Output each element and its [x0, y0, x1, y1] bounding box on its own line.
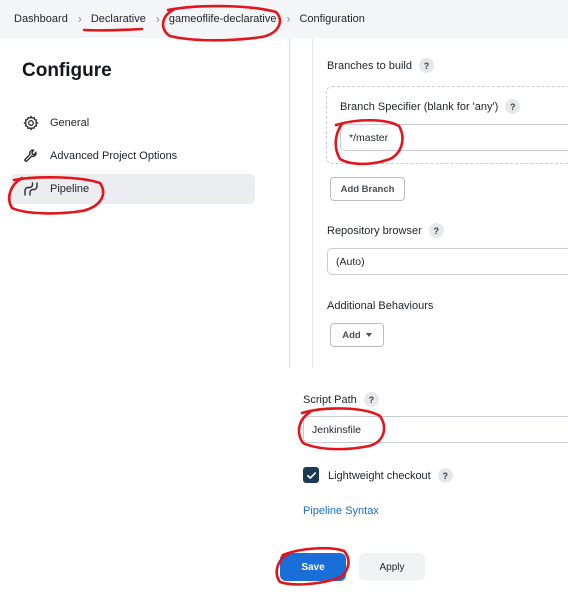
check-icon	[306, 471, 316, 479]
help-icon[interactable]: ?	[505, 99, 521, 114]
repository-browser-text: Repository browser	[327, 224, 422, 237]
apply-button[interactable]: Apply	[359, 553, 425, 581]
help-icon[interactable]: ?	[428, 223, 444, 238]
script-path-text: Script Path	[303, 393, 357, 406]
additional-behaviours-label: Additional Behaviours	[327, 300, 434, 312]
section-divider	[312, 38, 313, 368]
add-behaviour-button[interactable]: Add	[330, 323, 384, 347]
repository-browser-value: (Auto)	[336, 255, 365, 268]
pipeline-syntax-link[interactable]: Pipeline Syntax	[303, 505, 379, 517]
help-icon[interactable]: ?	[437, 468, 453, 483]
branch-specifier-value: */master	[349, 131, 389, 144]
pipeline-icon	[22, 180, 40, 198]
branches-to-build-label: Branches to build ?	[327, 58, 434, 73]
sidebar-item-label: Pipeline	[50, 183, 90, 195]
script-path-value: Jenkinsfile	[312, 423, 362, 436]
lightweight-checkout-text: Lightweight checkout	[328, 469, 431, 482]
breadcrumb: Dashboard › Declarative › gameoflife-dec…	[0, 0, 568, 38]
save-button[interactable]: Save	[280, 553, 346, 581]
breadcrumb-separator: ›	[155, 12, 160, 26]
repository-browser-label: Repository browser ?	[327, 223, 444, 238]
wrench-icon	[22, 147, 40, 165]
breadcrumb-separator: ›	[77, 12, 82, 26]
breadcrumb-dashboard[interactable]: Dashboard	[14, 13, 68, 25]
script-path-label: Script Path ?	[303, 392, 379, 407]
add-branch-button[interactable]: Add Branch	[330, 177, 405, 201]
add-behaviour-label: Add	[342, 329, 361, 341]
sidebar-item-pipeline[interactable]: Pipeline	[10, 174, 255, 204]
page-title: Configure	[22, 60, 112, 81]
help-icon[interactable]: ?	[363, 392, 379, 407]
script-path-input[interactable]: Jenkinsfile	[303, 416, 568, 443]
sidebar-item-label: General	[50, 117, 90, 129]
branch-specifier-label: Branch Specifier (blank for 'any') ?	[340, 99, 521, 114]
sidebar-item-label: Advanced Project Options	[50, 150, 178, 162]
sidebar-item-advanced-project-options[interactable]: Advanced Project Options	[10, 141, 255, 171]
lightweight-checkout-checkbox[interactable]	[303, 467, 319, 483]
breadcrumb-job[interactable]: gameoflife-declarative	[169, 13, 277, 25]
breadcrumb-configuration: Configuration	[299, 13, 365, 25]
branches-to-build-text: Branches to build	[327, 59, 412, 72]
breadcrumb-separator: ›	[286, 12, 291, 26]
branch-specifier-text: Branch Specifier (blank for 'any')	[340, 100, 499, 113]
branch-specifier-input[interactable]: */master	[340, 124, 568, 151]
sidebar-item-general[interactable]: General	[10, 108, 255, 138]
repository-browser-select[interactable]: (Auto)	[327, 248, 568, 275]
section-divider	[289, 38, 290, 368]
help-icon[interactable]: ?	[419, 58, 434, 73]
breadcrumb-declarative[interactable]: Declarative	[91, 13, 146, 25]
caret-down-icon	[365, 333, 372, 337]
lightweight-checkout-label: Lightweight checkout ?	[328, 468, 453, 483]
gear-icon	[22, 114, 40, 132]
